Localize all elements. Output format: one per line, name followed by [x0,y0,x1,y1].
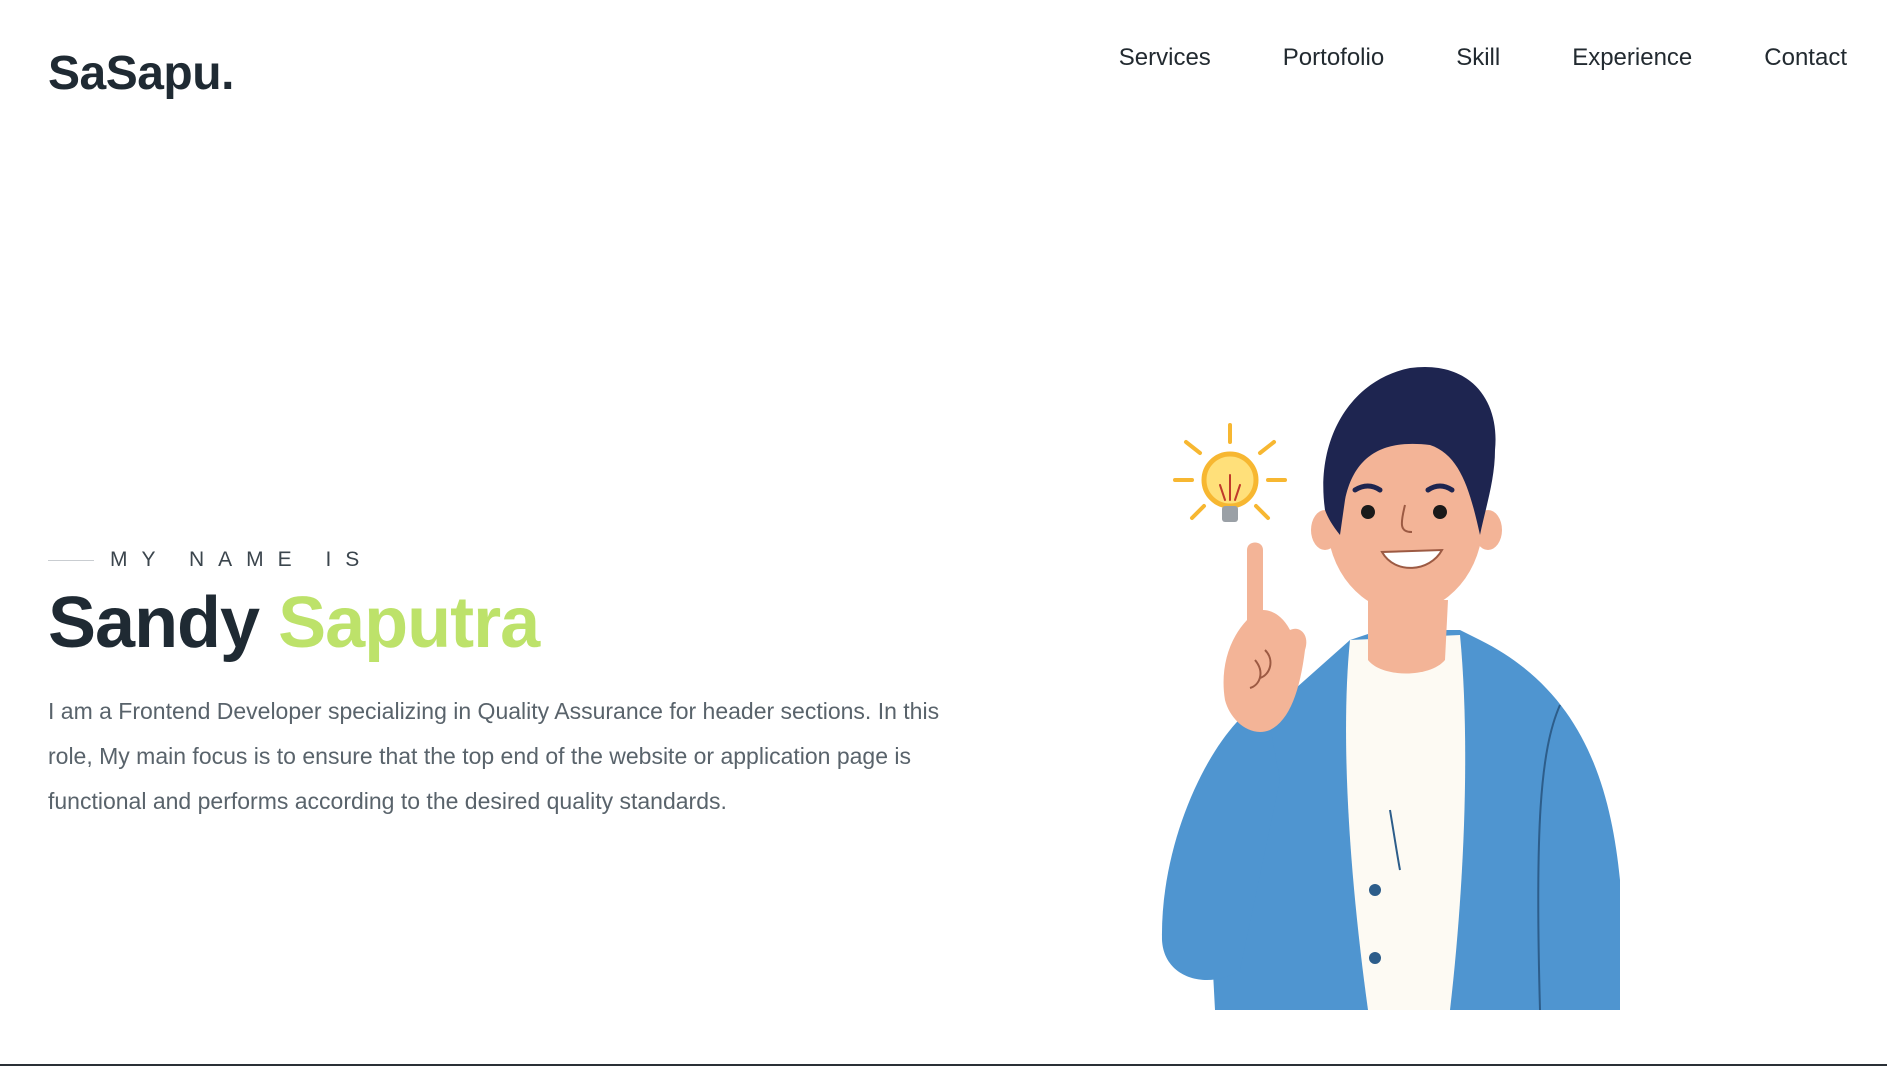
nav-skill[interactable]: Skill [1456,44,1500,72]
nav-services[interactable]: Services [1119,44,1211,72]
nav-contact[interactable]: Contact [1764,44,1847,72]
site-logo[interactable]: SaSapu. [48,46,234,101]
eyebrow-divider [48,559,94,561]
main-nav: Services Portofolio Skill Experience Con… [1119,44,1847,72]
hero-bio: I am a Frontend Developer specializing i… [48,697,940,814]
lightbulb-icon [1173,423,1287,522]
hero-intro: MY NAME IS Sandy Saputra I am a Frontend… [48,548,948,847]
nav-experience[interactable]: Experience [1572,44,1692,72]
eyebrow-text: MY NAME IS [110,548,374,571]
nav-portofolio[interactable]: Portofolio [1283,44,1384,72]
hero-name: Sandy Saputra [48,582,948,665]
hero-first-name: Sandy [48,583,260,663]
page: SaSapu. Services Portofolio Skill Experi… [0,0,1887,1066]
hero-last-name: Saputra [278,583,540,663]
developer-lightbulb-illustration [1150,360,1630,1011]
site-header: SaSapu. Services Portofolio Skill Experi… [0,0,1887,140]
eyebrow: MY NAME IS [48,548,948,572]
